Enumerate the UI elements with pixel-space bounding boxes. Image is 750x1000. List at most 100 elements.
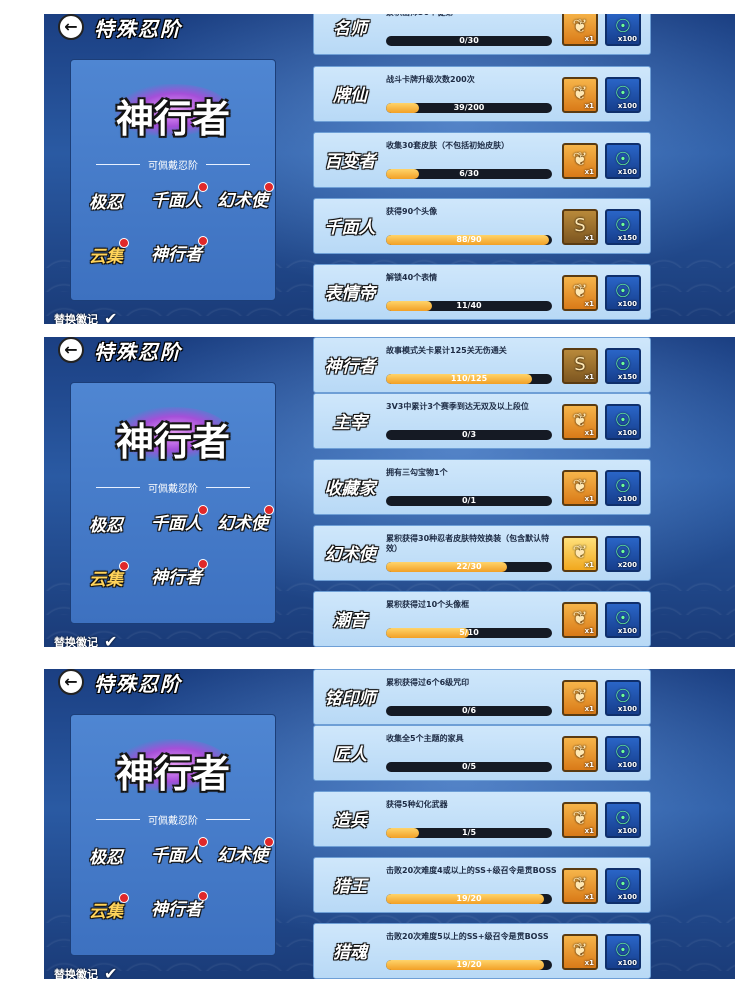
reward-item-scroll[interactable]: ❦ x1 xyxy=(562,470,598,506)
reward-item-scroll[interactable]: S x1 xyxy=(562,209,598,245)
achievement-row[interactable]: 千面人 获得90个头像 88/90 S x1 ☉ x150 xyxy=(313,198,651,254)
badge-item[interactable]: 幻术使 xyxy=(217,182,274,211)
progress-bar: 0/30 xyxy=(386,36,552,46)
reward-item-token[interactable]: ☉ x100 xyxy=(605,275,641,311)
badge-item[interactable]: 千面人 xyxy=(151,182,208,211)
badge-item[interactable]: 神行者 xyxy=(151,891,208,920)
badge-item[interactable]: 极忍 xyxy=(89,188,123,213)
achievement-row[interactable]: 匠人 收集全5个主题的家具 0/5 ❦ x1 ☉ x100 xyxy=(313,725,651,781)
divider-line xyxy=(96,819,140,820)
reward-item-token[interactable]: ☉ x100 xyxy=(605,404,641,440)
achievement-row[interactable]: 神行者 故事模式关卡累计125关无伤通关 110/125 S x1 ☉ x150 xyxy=(313,337,651,393)
reward-item-token[interactable]: ☉ x100 xyxy=(605,736,641,772)
rank-tag: 千面人 xyxy=(324,218,376,238)
badge-item[interactable]: 极忍 xyxy=(89,843,123,868)
checkmark-icon[interactable]: ✔ xyxy=(104,966,117,980)
progress-text: 88/90 xyxy=(456,235,482,244)
back-button[interactable]: ← xyxy=(58,14,84,40)
notification-dot xyxy=(264,837,274,847)
reward-item-token[interactable]: ☉ x100 xyxy=(605,470,641,506)
reward-item-token[interactable]: ☉ x100 xyxy=(605,143,641,179)
badge-item[interactable]: 云集 xyxy=(89,238,129,267)
reward-item-token[interactable]: ☉ x150 xyxy=(605,209,641,245)
badge-item[interactable]: 神行者 xyxy=(151,559,208,588)
progress-bar: 22/30 xyxy=(386,562,552,572)
reward-quantity: x150 xyxy=(617,373,637,381)
checkmark-icon[interactable]: ✔ xyxy=(104,311,117,325)
reward-item-scroll[interactable]: ❦ x1 xyxy=(562,802,598,838)
badge-item[interactable]: 极忍 xyxy=(89,511,123,536)
achievement-row[interactable]: 猎魂 击败20次难度5以上的SS+级召令是贯BOSS 19/20 ❦ x1 ☉ … xyxy=(313,923,651,979)
reward-item-token[interactable]: ☉ x100 xyxy=(605,77,641,113)
reward-item-token[interactable]: ☉ x100 xyxy=(605,14,641,46)
notification-dot xyxy=(198,891,208,901)
badge-item[interactable]: 千面人 xyxy=(151,837,208,866)
badge-item[interactable]: 幻术使 xyxy=(217,837,274,866)
scroll-icon: ❦ xyxy=(572,686,588,707)
reward-item-token[interactable]: ☉ x100 xyxy=(605,602,641,638)
reward-quantity: x1 xyxy=(584,35,594,43)
reward-quantity: x1 xyxy=(584,761,594,769)
spiral-token-icon: ☉ xyxy=(614,940,632,961)
reward-item-scroll[interactable]: ❦ x1 xyxy=(562,143,598,179)
divider-line xyxy=(206,164,250,165)
arrow-left-icon: ← xyxy=(64,340,78,359)
progress-text: 0/1 xyxy=(461,496,477,505)
reward-quantity: x100 xyxy=(617,168,637,176)
notification-dot xyxy=(119,893,129,903)
achievement-row[interactable]: 主宰 3V3中累计3个赛季到达无双及以上段位 0/3 ❦ x1 ☉ x100 xyxy=(313,393,651,449)
reward-item-scroll[interactable]: ❦ x1 xyxy=(562,404,598,440)
spiral-token-icon: ☉ xyxy=(614,874,632,895)
reward-item-token[interactable]: ☉ x100 xyxy=(605,680,641,716)
reward-item-token[interactable]: ☉ x100 xyxy=(605,868,641,904)
achievement-row[interactable]: 百变者 收集30套皮肤（不包括初始皮肤） 6/30 ❦ x1 ☉ x100 xyxy=(313,132,651,188)
reward-item-scroll[interactable]: S x1 xyxy=(562,348,598,384)
achievement-row[interactable]: 猎王 击败20次难度4或以上的SS+级召令是贯BOSS 19/20 ❦ x1 ☉… xyxy=(313,857,651,913)
rank-name: 神行者 xyxy=(115,419,230,464)
badge-item[interactable]: 云集 xyxy=(89,561,129,590)
back-button[interactable]: ← xyxy=(58,669,84,695)
achievement-row[interactable]: 铭印师 累积获得过6个6级咒印 0/6 ❦ x1 ☉ x100 xyxy=(313,669,651,725)
scroll-icon: ❦ xyxy=(572,808,588,829)
achievement-list[interactable]: 神行者 故事模式关卡累计125关无伤通关 110/125 S x1 ☉ x150… xyxy=(313,337,651,647)
notification-dot xyxy=(119,561,129,571)
achievement-list[interactable]: 名师 累积出师30个徒弟 0/30 ❦ x1 ☉ x100 牌仙 战斗卡牌升级次… xyxy=(313,14,651,324)
reward-quantity: x1 xyxy=(584,373,594,381)
checkmark-icon[interactable]: ✔ xyxy=(104,634,117,648)
achievement-row[interactable]: 收藏家 拥有三勾宝物1个 0/1 ❦ x1 ☉ x100 xyxy=(313,459,651,515)
reward-item-scroll[interactable]: ❦ x1 xyxy=(562,77,598,113)
achievement-row[interactable]: 造兵 获得5种幻化武器 1/5 ❦ x1 ☉ x100 xyxy=(313,791,651,847)
reward-item-scroll[interactable]: ❦ x1 xyxy=(562,536,598,572)
achievement-row[interactable]: 潮音 累积获得过10个头像框 5/10 ❦ x1 ☉ x100 xyxy=(313,591,651,647)
badge-item[interactable]: 千面人 xyxy=(151,505,208,534)
achievement-row[interactable]: 幻术使 累积获得30种忍者皮肤特效换装（包含默认特效） 22/30 ❦ x1 ☉… xyxy=(313,525,651,581)
reward-item-token[interactable]: ☉ x100 xyxy=(605,934,641,970)
reward-item-scroll[interactable]: ❦ x1 xyxy=(562,868,598,904)
back-button[interactable]: ← xyxy=(58,337,84,363)
achievement-row[interactable]: 名师 累积出师30个徒弟 0/30 ❦ x1 ☉ x100 xyxy=(313,14,651,55)
reward-quantity: x1 xyxy=(584,495,594,503)
reward-item-scroll[interactable]: ❦ x1 xyxy=(562,275,598,311)
reward-item-scroll[interactable]: ❦ x1 xyxy=(562,680,598,716)
reward-quantity: x100 xyxy=(617,627,637,635)
rank-name: 神行者 xyxy=(115,96,230,141)
badge-item[interactable]: 幻术使 xyxy=(217,505,274,534)
replace-badge-toggle[interactable]: 替换徽记 ✔ xyxy=(54,634,117,648)
achievement-description: 累积获得30种忍者皮肤特效换装（包含默认特效） xyxy=(386,534,550,553)
reward-item-token[interactable]: ☉ x200 xyxy=(605,536,641,572)
reward-item-token[interactable]: ☉ x150 xyxy=(605,348,641,384)
reward-item-scroll[interactable]: ❦ x1 xyxy=(562,934,598,970)
badge-item[interactable]: 云集 xyxy=(89,893,129,922)
achievement-row[interactable]: 牌仙 战斗卡牌升级次数200次 39/200 ❦ x1 ☉ x100 xyxy=(313,66,651,122)
badge-item[interactable]: 神行者 xyxy=(151,236,208,265)
reward-item-token[interactable]: ☉ x100 xyxy=(605,802,641,838)
rank-tag: 表情帝 xyxy=(324,284,376,304)
reward-item-scroll[interactable]: ❦ x1 xyxy=(562,14,598,46)
replace-badge-toggle[interactable]: 替换徽记 ✔ xyxy=(54,311,117,325)
replace-badge-toggle[interactable]: 替换徽记 ✔ xyxy=(54,966,117,980)
reward-item-scroll[interactable]: ❦ x1 xyxy=(562,602,598,638)
achievement-row[interactable]: 表情帝 解锁40个表情 11/40 ❦ x1 ☉ x100 xyxy=(313,264,651,320)
reward-item-scroll[interactable]: ❦ x1 xyxy=(562,736,598,772)
progress-text: 6/30 xyxy=(459,169,479,178)
achievement-list[interactable]: 铭印师 累积获得过6个6级咒印 0/6 ❦ x1 ☉ x100 匠人 收集全5个… xyxy=(313,669,651,979)
